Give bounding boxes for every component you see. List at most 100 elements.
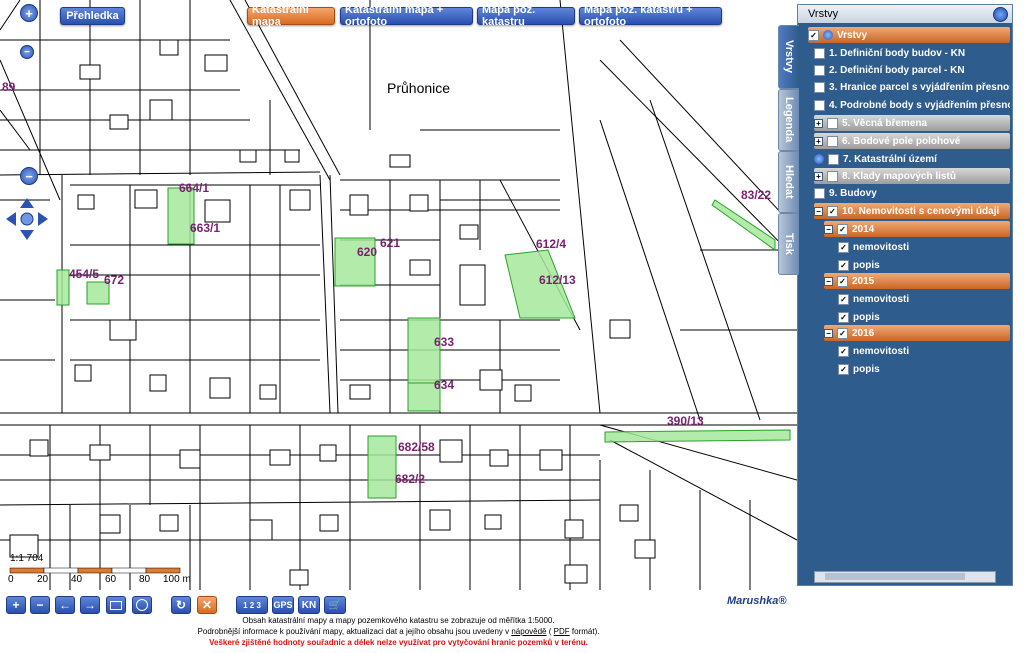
info-button[interactable]: [132, 596, 152, 614]
layer-item[interactable]: ✓ nemovitosti: [838, 239, 1010, 255]
clear-button[interactable]: ✕: [197, 596, 217, 614]
cart-icon: 🛒: [328, 599, 342, 611]
checkbox-icon[interactable]: [814, 81, 825, 93]
back-button[interactable]: ←: [55, 596, 75, 614]
parcel-label: 390/13: [667, 414, 704, 428]
checkbox-checked-icon[interactable]: ✓: [838, 363, 849, 375]
layer-item[interactable]: 4. Podrobné body s vyjádřením přesnosti …: [814, 97, 1010, 113]
checkbox-icon[interactable]: [814, 64, 825, 76]
help-link[interactable]: nápovědě: [511, 627, 546, 636]
layer-item[interactable]: 7. Katastrální území: [814, 151, 1010, 167]
checkbox-checked-icon[interactable]: ✓: [837, 223, 848, 235]
pan-arrows-icon[interactable]: [4, 196, 50, 242]
panel-horizontal-scrollbar[interactable]: [814, 571, 996, 583]
checkbox-icon[interactable]: [814, 47, 825, 59]
zoom-extent-button[interactable]: [106, 596, 126, 614]
map-mode-land-register-ortho-button[interactable]: Mapa poz. katastru + ortofoto: [579, 4, 722, 28]
layer-group[interactable]: − ✓ 2016: [824, 325, 1010, 341]
parcel-label: 89: [2, 80, 16, 94]
layer-root[interactable]: ✓ Vrstvy: [808, 27, 1010, 43]
map-viewport[interactable]: Průhonice 664/1 663/1 454/5 672 621 620 …: [0, 0, 797, 590]
scale-tick: 60: [105, 574, 117, 585]
parcel-label: 682/58: [398, 440, 435, 454]
layer-label: 7. Katastrální území: [843, 153, 937, 165]
parcel-label: 663/1: [190, 221, 221, 235]
layer-label: nemovitosti: [853, 293, 910, 305]
layer-label: 4. Podrobné body s vyjádřením přesnosti …: [829, 99, 1010, 111]
zoom-out-icon[interactable]: −: [20, 167, 38, 185]
layer-item[interactable]: ✓ nemovitosti: [838, 343, 1010, 359]
layer-label: 2. Definiční body parcel - KN: [829, 64, 965, 76]
refresh-button[interactable]: ↻: [171, 596, 191, 614]
checkbox-checked-icon[interactable]: ✓: [838, 259, 849, 271]
layer-group[interactable]: − ✓ 2014: [824, 221, 1010, 237]
footer-warning: Veškeré zjištěné hodnoty souřadnic a dél…: [209, 638, 588, 647]
parcel-label: 621: [380, 236, 401, 250]
zoom-level-marker-icon[interactable]: −: [20, 45, 34, 59]
layer-group[interactable]: +8. Klady mapových listů: [814, 168, 1010, 184]
layer-label: 2015: [852, 275, 875, 287]
checkbox-icon[interactable]: [814, 99, 825, 111]
collapse-icon[interactable]: −: [814, 206, 823, 216]
tab-layers[interactable]: Vrstvy: [778, 25, 799, 89]
layer-item[interactable]: 9. Budovy: [814, 185, 1010, 201]
zoom-in-icon[interactable]: +: [20, 4, 38, 22]
zoom-in-button[interactable]: +: [6, 596, 26, 614]
kn-button[interactable]: KN: [298, 596, 320, 614]
layer-item[interactable]: ✓ popis: [838, 257, 1010, 273]
layer-item[interactable]: ✓ nemovitosti: [838, 291, 1010, 307]
layer-group[interactable]: − ✓ 2015: [824, 273, 1010, 289]
cart-button[interactable]: 🛒: [324, 596, 346, 614]
checkbox-icon[interactable]: [827, 117, 838, 129]
panel-info-icon[interactable]: [993, 7, 1008, 22]
checkbox-checked-icon[interactable]: ✓: [837, 275, 848, 287]
layer-label: 8. Klady mapových listů: [842, 170, 956, 182]
layer-label: 2014: [852, 223, 875, 235]
scrollbar-thumb[interactable]: [825, 573, 965, 580]
layer-item[interactable]: ✓ popis: [838, 309, 1010, 325]
layer-label: 2016: [852, 327, 875, 339]
zoom-out-button[interactable]: −: [30, 596, 50, 614]
checkbox-checked-icon[interactable]: ✓: [827, 205, 838, 217]
layer-item[interactable]: 2. Definiční body parcel - KN: [814, 62, 1010, 78]
checkbox-checked-icon[interactable]: ✓: [837, 327, 848, 339]
expand-icon[interactable]: +: [814, 136, 823, 146]
collapse-icon[interactable]: −: [824, 224, 833, 234]
layer-group[interactable]: − ✓ 10. Nemovitosti s cenovými údaji: [814, 203, 1010, 219]
map-mode-cadastral-button[interactable]: Katastrální mapa: [247, 4, 335, 28]
layer-item[interactable]: 1. Definiční body budov - KN: [814, 45, 1010, 61]
checkbox-checked-icon[interactable]: ✓: [838, 311, 849, 323]
expand-icon[interactable]: +: [814, 118, 823, 128]
parcel-label: 612/13: [539, 273, 576, 287]
measure-button[interactable]: 1 2 3: [236, 596, 268, 614]
checkbox-checked-icon[interactable]: ✓: [838, 345, 849, 357]
info-icon: [814, 154, 824, 164]
checkbox-checked-icon[interactable]: ✓: [838, 293, 849, 305]
checkbox-icon[interactable]: [814, 187, 825, 199]
layer-label: 3. Hranice parcel s vyjádřením přesnosti…: [829, 81, 1010, 93]
checkbox-icon[interactable]: [827, 170, 838, 182]
tab-legend[interactable]: Legenda: [778, 89, 799, 151]
tab-search[interactable]: Hledat: [778, 151, 799, 213]
forward-button[interactable]: →: [80, 596, 100, 614]
layer-group[interactable]: +6. Bodové pole polohové: [814, 133, 1010, 149]
layer-label: 10. Nemovitosti s cenovými údaji: [842, 205, 1000, 217]
layer-item[interactable]: ✓ popis: [838, 361, 1010, 377]
pdf-link[interactable]: PDF: [554, 627, 570, 636]
layer-label: popis: [853, 311, 880, 323]
checkbox-checked-icon[interactable]: ✓: [808, 29, 819, 41]
gps-button[interactable]: GPS: [272, 596, 294, 614]
collapse-icon[interactable]: −: [824, 328, 833, 338]
collapse-icon[interactable]: −: [824, 276, 833, 286]
checkbox-checked-icon[interactable]: ✓: [838, 241, 849, 253]
map-mode-cadastral-ortho-button[interactable]: Katastrální mapa + ortofoto: [340, 4, 473, 28]
expand-icon[interactable]: +: [814, 171, 823, 181]
map-mode-land-register-button[interactable]: Mapa poz. katastru: [477, 4, 575, 28]
overview-button[interactable]: Přehledka: [60, 7, 125, 25]
layer-group[interactable]: +5. Věcná břemena: [814, 115, 1010, 131]
tab-print[interactable]: Tisk: [778, 213, 799, 275]
checkbox-icon[interactable]: [828, 153, 839, 165]
rectangle-icon: [110, 600, 122, 610]
layer-item[interactable]: 3. Hranice parcel s vyjádřením přesnosti…: [814, 79, 1010, 95]
checkbox-icon[interactable]: [827, 135, 838, 147]
